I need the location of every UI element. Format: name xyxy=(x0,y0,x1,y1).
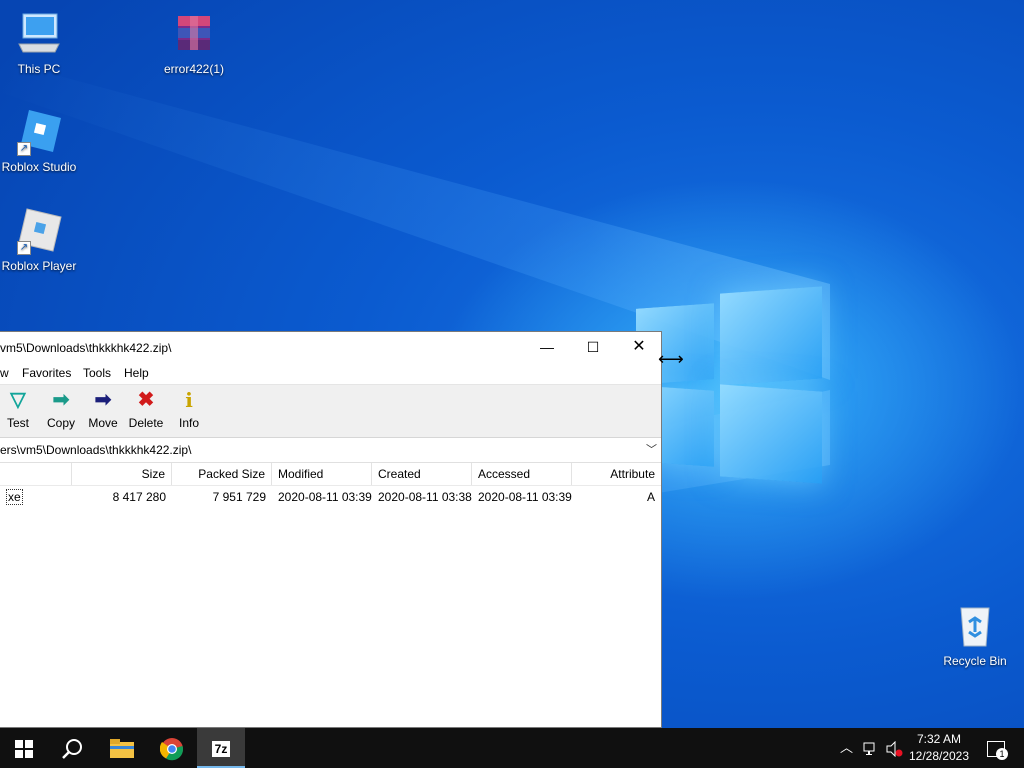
cell-packed-size: 7 951 729 xyxy=(212,490,266,504)
cell-modified: 2020-08-11 03:39 xyxy=(278,490,372,504)
info-icon: i xyxy=(185,388,193,412)
copy-button[interactable]: ➡ Copy xyxy=(44,389,78,430)
7zip-file-manager-window: vm5\Downloads\thkkkhk422.zip\ — ☐ ✕ w Fa… xyxy=(0,331,662,728)
system-clock[interactable]: 7:32 AM 12/28/2023 xyxy=(900,731,978,765)
action-center-button[interactable]: 1 xyxy=(984,728,1008,768)
start-button[interactable] xyxy=(0,728,48,768)
roblox-player-icon: ↗ xyxy=(15,207,63,255)
7zip-taskbar-button[interactable]: 7z xyxy=(197,728,245,768)
file-explorer-taskbar-button[interactable] xyxy=(98,728,146,768)
move-button[interactable]: ➡ Move xyxy=(86,389,120,430)
start-icon xyxy=(15,740,33,759)
network-icon[interactable] xyxy=(863,728,879,768)
toolbar: ▽ Test ➡ Copy ➡ Move ✖ Delete i Info xyxy=(0,385,661,438)
column-modified[interactable]: Modified xyxy=(272,463,372,485)
column-size[interactable]: Size xyxy=(72,463,172,485)
shortcut-arrow-icon: ↗ xyxy=(17,142,31,156)
notification-count-badge: 1 xyxy=(996,748,1008,760)
winrar-archive-icon xyxy=(170,10,218,58)
search-button[interactable] xyxy=(48,728,96,768)
desktop-icon-roblox-player[interactable]: ↗ Roblox Player xyxy=(1,207,77,273)
windows-logo-wallpaper xyxy=(636,286,822,484)
title-bar[interactable]: vm5\Downloads\thkkkhk422.zip\ — ☐ ✕ xyxy=(0,332,661,362)
menu-bar: w Favorites Tools Help xyxy=(0,362,661,385)
7zip-icon: 7z xyxy=(211,741,231,758)
move-icon: ➡ xyxy=(94,389,112,411)
clock-date: 12/28/2023 xyxy=(908,749,970,763)
test-button[interactable]: ▽ Test xyxy=(4,389,32,430)
cell-size: 8 417 280 xyxy=(112,490,166,504)
chevron-down-icon[interactable]: ﹀ xyxy=(646,441,657,457)
delete-button[interactable]: ✖ Delete xyxy=(128,389,164,430)
search-icon xyxy=(62,739,82,760)
clock-time: 7:32 AM xyxy=(916,732,962,746)
test-icon: ▽ xyxy=(10,389,26,411)
chrome-icon xyxy=(159,738,184,761)
copy-icon: ➡ xyxy=(52,389,70,411)
address-path: ers\vm5\Downloads\thkkkhk422.zip\ xyxy=(0,443,192,457)
column-packed-size[interactable]: Packed Size xyxy=(172,463,272,485)
maximize-button[interactable]: ☐ xyxy=(570,332,616,362)
roblox-studio-icon: ↗ xyxy=(15,108,63,156)
chrome-taskbar-button[interactable] xyxy=(148,728,196,768)
shortcut-arrow-icon: ↗ xyxy=(17,241,31,255)
delete-icon: ✖ xyxy=(137,389,155,411)
cell-name: xe xyxy=(6,489,23,505)
column-name[interactable] xyxy=(0,463,72,485)
desktop-icon-this-pc[interactable]: This PC xyxy=(1,10,77,76)
menu-favorites[interactable]: Favorites xyxy=(22,366,71,380)
address-bar[interactable]: ers\vm5\Downloads\thkkkhk422.zip\ ﹀ xyxy=(0,438,661,463)
desktop-icon-error422[interactable]: error422(1) xyxy=(156,10,232,76)
cell-accessed: 2020-08-11 03:39 xyxy=(478,490,572,504)
desktop-icon-roblox-studio[interactable]: ↗ Roblox Studio xyxy=(1,108,77,174)
info-button[interactable]: i Info xyxy=(175,389,203,430)
cell-attributes: A xyxy=(646,490,655,504)
table-row[interactable]: xe 8 417 280 7 951 729 2020-08-11 03:39 … xyxy=(0,486,661,508)
taskbar: 7z ︿ 7:32 AM 12/28/2023 1 xyxy=(0,728,1024,768)
computer-icon xyxy=(15,10,63,58)
file-explorer-icon xyxy=(110,739,134,759)
resize-cursor-icon: ⟷ xyxy=(658,349,684,369)
menu-tools[interactable]: Tools xyxy=(83,366,111,380)
menu-help[interactable]: Help xyxy=(124,366,149,380)
column-header: Size Packed Size Modified Created Access… xyxy=(0,463,661,486)
recycle-bin-icon xyxy=(951,602,999,650)
column-attributes[interactable]: Attribute xyxy=(572,463,661,485)
cell-created: 2020-08-11 03:38 xyxy=(378,490,472,504)
column-created[interactable]: Created xyxy=(372,463,472,485)
close-button[interactable]: ✕ xyxy=(616,332,662,362)
chevron-up-icon[interactable]: ︿ xyxy=(840,728,853,768)
menu-view[interactable]: w xyxy=(0,366,9,380)
column-accessed[interactable]: Accessed xyxy=(472,463,572,485)
minimize-button[interactable]: — xyxy=(524,332,570,362)
window-title: vm5\Downloads\thkkkhk422.zip\ xyxy=(0,341,172,355)
desktop-icon-recycle-bin[interactable]: Recycle Bin xyxy=(937,602,1013,668)
